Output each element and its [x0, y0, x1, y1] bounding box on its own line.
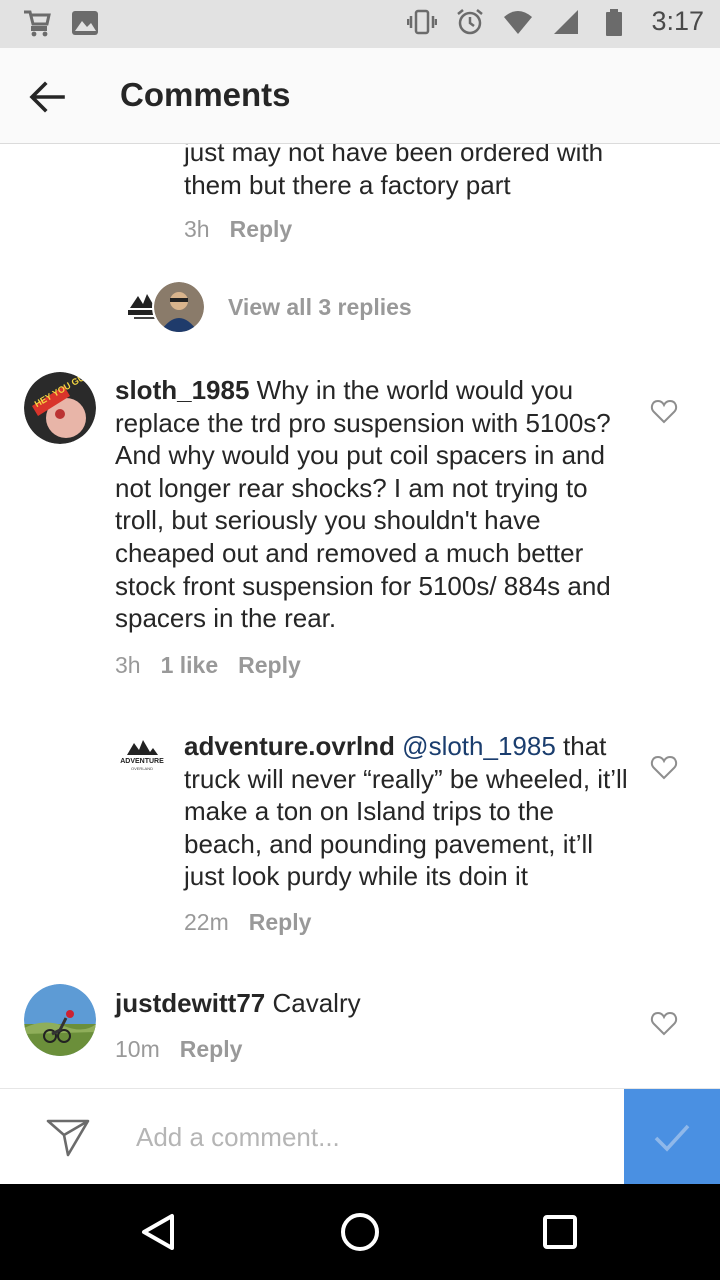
recents-square-icon[interactable]: [536, 1208, 584, 1256]
app-bar: Comments: [0, 48, 720, 144]
home-circle-icon[interactable]: [336, 1208, 384, 1256]
comment-content: Cavalry: [272, 988, 361, 1018]
hey-you-guys-avatar-image: HEY YOU GUYS!: [24, 372, 96, 444]
comments-list[interactable]: just may not have been ordered with them…: [0, 144, 720, 1088]
comment-content: Why in the world would you replace the t…: [115, 375, 611, 634]
comment-composer: [0, 1088, 720, 1185]
avatar-logo-text: ADVENTURE: [120, 758, 164, 765]
checkmark-icon: [654, 1124, 690, 1152]
comment-meta: 10m Reply: [115, 1036, 242, 1063]
arrow-left-icon: [29, 81, 65, 113]
reply-time: 3h: [184, 216, 210, 242]
battery-icon: [606, 8, 623, 36]
avatar[interactable]: ADVENTURE OVERLAND: [115, 728, 169, 782]
system-nav-bar: [0, 1184, 720, 1280]
reply-button[interactable]: Reply: [249, 909, 312, 936]
avatar[interactable]: HEY YOU GUYS!: [24, 372, 96, 444]
comment-meta: 22m Reply: [184, 909, 311, 936]
status-bar: 3:17: [0, 0, 720, 48]
comment-time: 3h: [115, 652, 141, 678]
avatar[interactable]: [24, 984, 96, 1056]
comment-meta: 3h 1 like Reply: [115, 652, 301, 679]
adventure-overland-logo: ADVENTURE OVERLAND: [115, 728, 169, 782]
comment-time: 10m: [115, 1036, 160, 1062]
shopping-cart-notification-icon: [24, 10, 51, 37]
comment-username[interactable]: adventure.ovrlnd: [184, 731, 395, 761]
mountain-bike-avatar-image: [24, 984, 96, 1056]
heart-icon[interactable]: [650, 754, 678, 782]
person-avatar-image: [154, 282, 204, 332]
comment-username[interactable]: sloth_1985: [115, 375, 249, 405]
view-replies-link[interactable]: View all 3 replies: [228, 294, 412, 321]
heart-icon[interactable]: [650, 398, 678, 426]
status-time: 3:17: [651, 6, 704, 36]
comment-input[interactable]: [136, 1115, 606, 1159]
reply-meta: 3h Reply: [184, 216, 292, 243]
image-notification-icon: [72, 11, 98, 35]
comment-text: justdewitt77 Cavalry: [115, 987, 635, 1020]
mention-link[interactable]: @sloth_1985: [402, 731, 556, 761]
wifi-icon: [504, 10, 533, 34]
avatar-logo-subtext: OVERLAND: [131, 766, 153, 771]
comment-text: adventure.ovrlnd @sloth_1985 that truck …: [184, 730, 630, 893]
post-comment-button[interactable]: [624, 1089, 720, 1185]
cell-signal-icon: [554, 9, 579, 34]
comment-text: sloth_1985 Why in the world would you re…: [115, 374, 635, 635]
likes-count[interactable]: 1 like: [161, 652, 219, 679]
back-button[interactable]: [22, 72, 72, 122]
reply-text: just may not have been ordered with them…: [184, 144, 604, 200]
paper-plane-icon[interactable]: [44, 1113, 92, 1161]
reply-button[interactable]: Reply: [230, 216, 293, 243]
view-replies-row[interactable]: View all 3 replies: [118, 280, 412, 334]
alarm-icon: [457, 8, 484, 34]
page-title: Comments: [120, 76, 291, 113]
reply-button[interactable]: Reply: [180, 1036, 243, 1063]
avatar: [152, 280, 206, 334]
vibrate-icon: [407, 9, 438, 34]
reply-button[interactable]: Reply: [238, 652, 301, 679]
heart-icon[interactable]: [650, 1010, 678, 1038]
comment-time: 22m: [184, 909, 229, 935]
comment-username[interactable]: justdewitt77: [115, 988, 265, 1018]
back-triangle-icon[interactable]: [136, 1208, 184, 1256]
